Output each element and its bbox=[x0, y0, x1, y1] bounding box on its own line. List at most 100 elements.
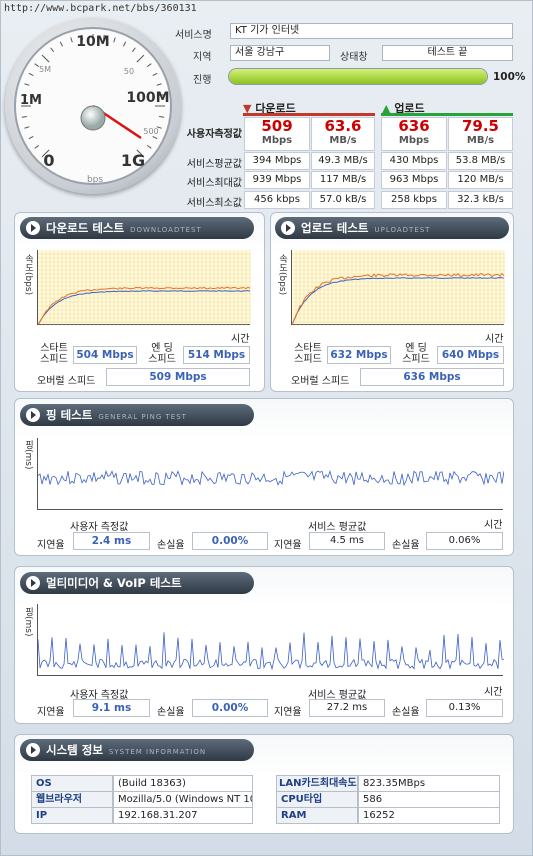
user-ul-mbps: 636 Mbps bbox=[381, 117, 447, 151]
download-xlabel: 시간 bbox=[231, 334, 250, 345]
ul-overall-label: 오버럴 스피드 bbox=[291, 376, 350, 387]
progress-track bbox=[228, 68, 488, 85]
gauge-label: 1G bbox=[121, 151, 145, 170]
dl-overall-value: 509 Mbps bbox=[106, 368, 250, 386]
download-title: 다운로드 테스트 bbox=[46, 221, 125, 235]
voip-user-loss: 0.00% bbox=[192, 699, 268, 717]
ping-svc-header: 서비스 평균값 bbox=[308, 522, 367, 533]
browser-label: 웹브라우저 bbox=[31, 791, 113, 808]
dl-overall-label: 오버럴 스피드 bbox=[37, 376, 96, 387]
status-field: 테스트 끝 bbox=[382, 45, 513, 61]
ping-series-line bbox=[37, 632, 505, 671]
gauge-label: bps bbox=[87, 175, 103, 185]
dl-start-label: 스타트 스피드 bbox=[40, 343, 68, 365]
service-field: KT 기가 인터넷 bbox=[230, 23, 513, 39]
voip-xlabel: 시간 bbox=[484, 687, 503, 698]
upload-title: 업로드 테스트 bbox=[301, 221, 369, 235]
progress-label: 진행 bbox=[193, 75, 212, 86]
gauge-label: 500 bbox=[143, 127, 158, 136]
os-label: OS bbox=[31, 775, 113, 792]
cpu-label: CPU타입 bbox=[276, 791, 358, 808]
lan-value: 823.35MBps bbox=[358, 775, 500, 792]
ul-start-label: 스타트 스피드 bbox=[294, 343, 322, 365]
upload-subtitle: UPLOADTEST bbox=[374, 226, 431, 234]
user-ul-mbs-unit: MB/s bbox=[466, 135, 495, 146]
progress-percent: 100% bbox=[493, 71, 526, 83]
stat-dl-mbps: 939 Mbps bbox=[244, 171, 310, 189]
ping-user-latency: 2.4 ms bbox=[73, 532, 150, 550]
upload-chart-svg bbox=[291, 250, 505, 326]
gauge-label: 10M bbox=[76, 34, 109, 50]
voip-tab: 멀티미디어 & VoIP 테스트 bbox=[20, 572, 254, 594]
ping-chart bbox=[37, 438, 505, 510]
arrow-icon bbox=[26, 743, 40, 757]
region-label: 지역 bbox=[193, 52, 212, 63]
download-ylabel: 속도(bps) bbox=[23, 254, 33, 296]
ping-ylabel: 핑(ms) bbox=[23, 440, 33, 470]
arrow-icon bbox=[26, 576, 40, 590]
stat-row-label: 서비스최소값 bbox=[186, 198, 242, 209]
dl-end-value: 514 Mbps bbox=[183, 346, 250, 364]
user-dl-mbps: 509 Mbps bbox=[244, 117, 310, 151]
ping-tab: 핑 테스트 GENERAL PING TEST bbox=[20, 404, 254, 426]
upload-tab: 업로드 테스트 UPLOADTEST bbox=[275, 217, 509, 239]
arrow-icon bbox=[26, 408, 40, 422]
ping-user-header: 사용자 측정값 bbox=[70, 522, 129, 533]
ping-chart-svg bbox=[37, 469, 505, 487]
user-ul-mbps-value: 636 bbox=[398, 117, 430, 135]
progress-fill bbox=[229, 69, 487, 84]
download-header-bar bbox=[243, 113, 375, 116]
stat-ul-mbs: 120 MB/s bbox=[448, 171, 513, 189]
ip-label: IP bbox=[31, 807, 113, 824]
user-dl-mbs-value: 63.6 bbox=[324, 117, 362, 135]
ping-svc-latency-label: 지연율 bbox=[274, 540, 302, 551]
gauge-label: 5M bbox=[39, 65, 51, 74]
user-dl-mbs-unit: MB/s bbox=[329, 135, 357, 146]
stat-ul-mbps: 258 kbps bbox=[381, 191, 447, 209]
ping-subtitle: GENERAL PING TEST bbox=[98, 413, 187, 421]
download-tab: 다운로드 테스트 DOWNLOADTEST bbox=[20, 217, 254, 239]
stat-row-label: 서비스최대값 bbox=[186, 178, 242, 189]
user-ul-mbs-value: 79.5 bbox=[461, 117, 499, 135]
upload-header-bar bbox=[381, 113, 513, 116]
user-ul-mbs: 79.5 MB/s bbox=[448, 117, 513, 151]
stat-ul-mbs: 53.8 MB/s bbox=[448, 152, 513, 170]
stat-dl-mbs: 57.0 kB/s bbox=[311, 191, 375, 209]
gauge-label: 0 bbox=[43, 151, 54, 170]
speed-gauge: 0 1M 5M 10M 50 100M 500 1G bps bbox=[5, 18, 181, 194]
voip-title: 멀티미디어 & VoIP 테스트 bbox=[46, 576, 182, 590]
user-ul-mbps-unit: Mbps bbox=[398, 135, 430, 146]
arrow-icon bbox=[281, 221, 295, 235]
ram-label: RAM bbox=[276, 807, 358, 824]
system-subtitle: SYSTEM INFORMATION bbox=[108, 748, 207, 756]
download-subtitle: DOWNLOADTEST bbox=[130, 226, 202, 234]
stat-dl-mbs: 49.3 MB/s bbox=[311, 152, 375, 170]
ping-xlabel: 시간 bbox=[484, 520, 503, 531]
ping-user-loss-label: 손실율 bbox=[157, 540, 185, 551]
service-label: 서비스명 bbox=[175, 30, 212, 41]
ul-end-label: 엔 딩 스피드 bbox=[402, 343, 430, 365]
voip-svc-loss: 0.13% bbox=[426, 699, 503, 717]
stat-dl-mbs: 117 MB/s bbox=[311, 171, 375, 189]
stat-dl-mbps: 394 Mbps bbox=[244, 152, 310, 170]
upload-ylabel: 속도(bps) bbox=[277, 254, 287, 296]
voip-svc-loss-label: 손실율 bbox=[392, 707, 420, 718]
gauge-label: 50 bbox=[124, 67, 134, 76]
user-dl-mbps-value: 509 bbox=[261, 117, 293, 135]
voip-svc-latency: 27.2 ms bbox=[309, 699, 385, 717]
upload-chart bbox=[291, 250, 505, 326]
voip-user-latency-label: 지연율 bbox=[37, 707, 65, 718]
ping-svc-loss: 0.06% bbox=[426, 532, 503, 550]
url-text: http://www.bcpark.net/bbs/360131 bbox=[4, 3, 197, 14]
voip-chart bbox=[37, 604, 505, 676]
os-value: (Build 18363) bbox=[113, 775, 253, 792]
system-tab: 시스템 정보 SYSTEM INFORMATION bbox=[20, 739, 254, 761]
dl-end-label: 엔 딩 스피드 bbox=[148, 343, 176, 365]
dl-start-value: 504 Mbps bbox=[73, 346, 137, 364]
ram-value: 16252 bbox=[358, 807, 500, 824]
stat-ul-mbps: 430 Mbps bbox=[381, 152, 447, 170]
user-measure-label: 사용자측정값 bbox=[186, 129, 242, 140]
stat-dl-mbps: 456 kbps bbox=[244, 191, 310, 209]
voip-ylabel: 핑(ms) bbox=[23, 607, 33, 637]
ping-series-line bbox=[37, 469, 505, 487]
